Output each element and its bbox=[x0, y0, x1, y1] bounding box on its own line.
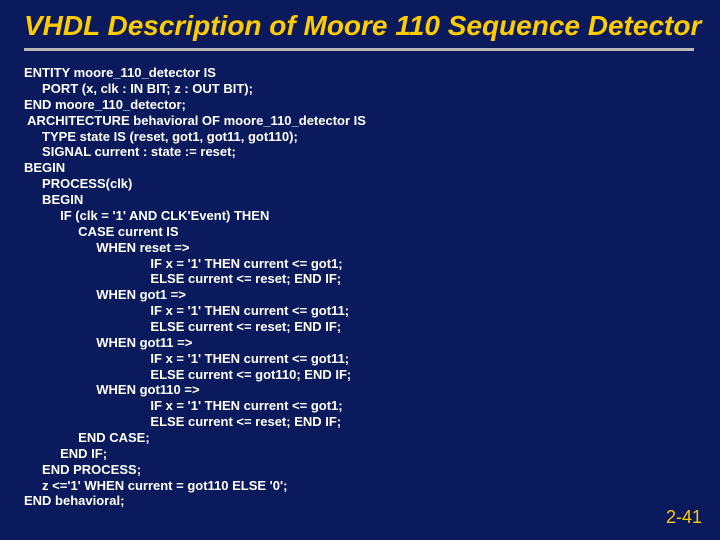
page-number: 2-41 bbox=[666, 507, 702, 528]
slide: VHDL Description of Moore 110 Sequence D… bbox=[0, 0, 720, 540]
code-block: ENTITY moore_110_detector IS PORT (x, cl… bbox=[0, 51, 720, 509]
slide-title: VHDL Description of Moore 110 Sequence D… bbox=[0, 0, 704, 46]
